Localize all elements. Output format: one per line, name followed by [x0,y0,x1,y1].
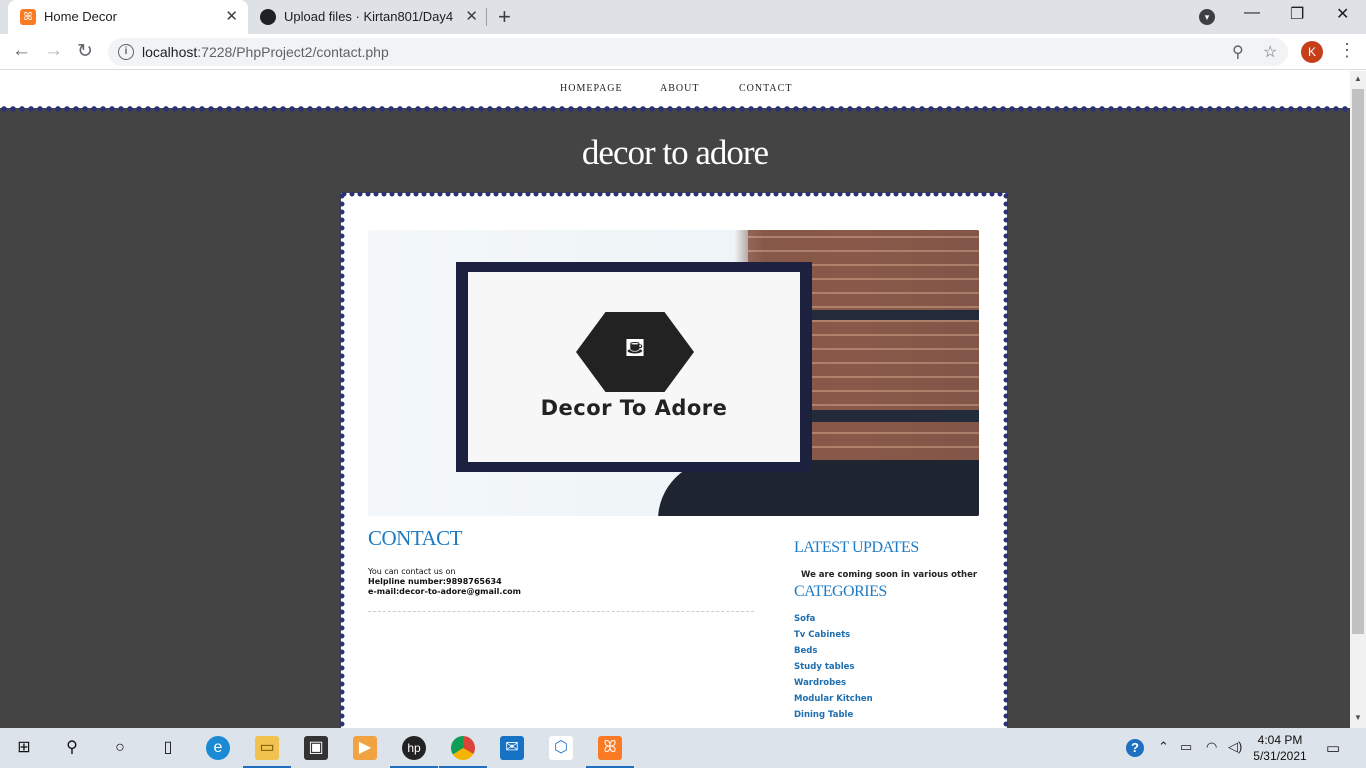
restore-button[interactable]: ❐ [1290,4,1304,24]
edge-icon[interactable]: e [206,736,230,760]
clock-time: 4:04 PM [1257,733,1303,747]
category-link-wardrobes[interactable]: Wardrobes [794,678,873,694]
page-scrollbar[interactable]: ▲ ▼ [1350,71,1366,728]
hp-icon[interactable]: hp [402,736,426,760]
helpline-number: Helpline number:9898765634 [368,577,502,586]
github-icon [260,9,276,25]
contact-intro: You can contact us on [368,567,456,576]
address-bar[interactable]: i localhost:7228/PhpProject2/contact.php… [108,38,1288,66]
tab-separator [486,8,487,26]
browser-tab-strip: ꕤ Home Decor ✕ Upload files · Kirtan801/… [0,0,1366,34]
reload-icon[interactable]: ↻ [77,40,93,63]
site-title: decor to adore [581,133,769,172]
category-link-modular-kitchen[interactable]: Modular Kitchen [794,694,873,710]
panel-dotted-border [1003,193,1009,728]
battery-icon[interactable]: ▭ [1180,739,1192,755]
clock-date: 5/31/2021 [1253,749,1307,763]
back-icon[interactable]: ← [12,40,31,62]
category-link-dining-table[interactable]: Dining Table [794,710,873,726]
panel-dotted-border [339,193,345,728]
category-link-beds[interactable]: Beds [794,646,873,662]
sign-bracket [808,410,979,422]
close-tab-icon[interactable]: ✕ [225,7,238,25]
nav-homepage[interactable]: HOMEPAGE [560,83,623,94]
netbeans-icon[interactable]: ⬡ [549,736,573,760]
tab-home-decor[interactable]: ꕤ Home Decor ✕ [8,0,248,34]
category-link-tv-cabinets[interactable]: Tv Cabinets [794,630,873,646]
banner-image: ⛾ Decor To Adore [368,230,979,516]
page-viewport: HOMEPAGE ABOUT CONTACT decor to adore ⛾ … [0,71,1350,728]
browser-toolbar: ← → ↻ i localhost:7228/PhpProject2/conta… [0,34,1366,70]
contact-heading: CONTACT [368,526,462,550]
tab-title: Upload files · Kirtan801/Day4 [284,9,454,24]
system-clock[interactable]: 4:04 PM 5/31/2021 [1250,732,1310,764]
sign-text: Decor To Adore [540,396,728,420]
contact-email: e-mail:decor-to-adore@gmail.com [368,587,522,596]
cortana-icon[interactable]: ○ [108,736,132,760]
shop-sign: ⛾ Decor To Adore [456,262,812,472]
sofa-lamp-icon: ⛾ [624,332,646,362]
categories-heading: CATEGORIES [794,583,887,600]
scallop-border [0,105,1350,113]
chevron-up-icon[interactable]: ⌃ [1158,739,1169,755]
browser-menu-icon[interactable]: ⋮ [1338,40,1356,61]
task-view-icon[interactable]: ▯ [156,736,180,760]
search-icon[interactable]: ⚲ [60,736,84,760]
new-tab-button[interactable]: + [498,4,511,30]
content-panel: ⛾ Decor To Adore CONTACT You can contact… [339,191,1009,728]
zoom-icon[interactable]: ⚲ [1232,42,1244,62]
tab-title: Home Decor [44,9,117,24]
tab-search-icon[interactable]: ▾ [1199,9,1215,25]
category-link-study-tables[interactable]: Study tables [794,662,873,678]
url-text[interactable]: localhost:7228/PhpProject2/contact.php [142,44,389,60]
profile-avatar[interactable]: K [1301,41,1323,63]
scroll-up-arrow-icon[interactable]: ▲ [1350,74,1366,83]
store-icon[interactable]: ▣ [304,736,328,760]
scrollbar-thumb[interactable] [1352,89,1364,634]
category-link-sofa[interactable]: Sofa [794,614,873,630]
xampp-icon[interactable]: ꕤ [598,736,622,760]
windows-taskbar: ⊞ ⚲ ○ ▯ e ▭ ▣ ▶ hp ✉ ⬡ ꕤ ? ⌃ ▭ ◠ ◁) 4:04… [0,728,1366,768]
file-explorer-icon[interactable]: ▭ [255,736,279,760]
bookmark-star-icon[interactable]: ☆ [1263,42,1277,62]
notifications-icon[interactable]: ▭ [1326,739,1340,757]
xampp-icon: ꕤ [20,9,36,25]
site-nav: HOMEPAGE ABOUT CONTACT [0,71,1350,108]
latest-updates-heading: LATEST UPDATES [794,539,919,556]
forward-icon[interactable]: → [44,40,63,62]
mail-icon[interactable]: ✉ [500,736,524,760]
nav-about[interactable]: ABOUT [660,83,699,94]
updates-marquee: We are coming soon in various other citi… [801,570,979,580]
help-icon[interactable]: ? [1126,739,1144,757]
panel-dotted-border [341,191,1007,197]
close-window-button[interactable]: ✕ [1336,4,1349,24]
volume-icon[interactable]: ◁) [1228,739,1242,755]
tab-upload-files[interactable]: Upload files · Kirtan801/Day4 ✕ [248,0,488,34]
divider [368,611,754,612]
wifi-icon[interactable]: ◠ [1206,739,1217,755]
chrome-icon[interactable] [451,736,475,760]
windows-start-icon[interactable]: ⊞ [12,736,36,760]
minimize-button[interactable]: — [1244,4,1260,22]
scroll-down-arrow-icon[interactable]: ▼ [1350,713,1366,722]
sign-bracket [808,310,979,320]
categories-list: Sofa Tv Cabinets Beds Study tables Wardr… [794,614,873,726]
media-player-icon[interactable]: ▶ [353,736,377,760]
close-tab-icon[interactable]: ✕ [465,7,478,25]
contact-details: You can contact us on Helpline number:98… [368,567,521,597]
nav-contact[interactable]: CONTACT [739,83,792,94]
site-info-icon[interactable]: i [118,44,134,60]
